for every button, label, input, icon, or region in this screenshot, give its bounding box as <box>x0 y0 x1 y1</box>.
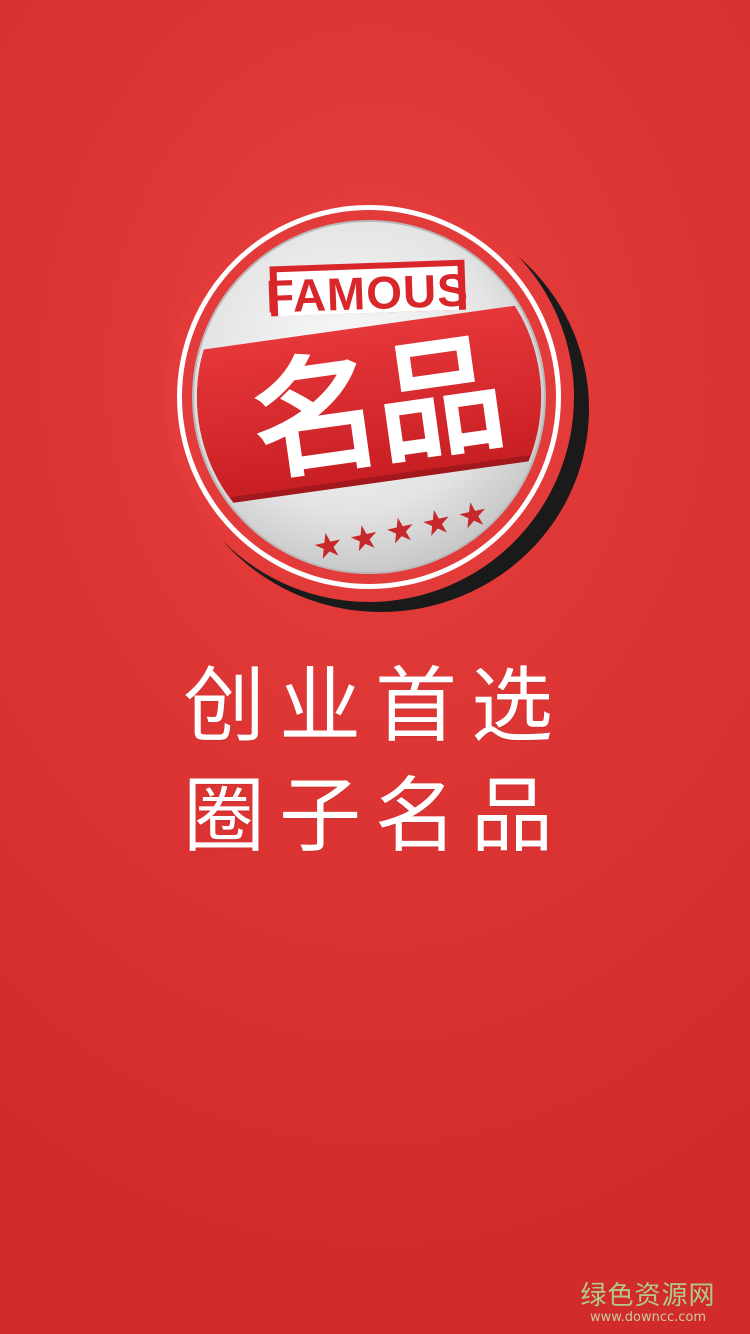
watermark-url: www.downcc.com <box>589 1310 707 1326</box>
watermark-name: 绿色资源网 <box>580 1280 716 1311</box>
splash-screen: FAMOUS 名品 ★ ★ ★ ★ ★ 创业首选 圈子名品 绿色资源网 www.… <box>0 0 750 1334</box>
watermark: 绿色资源网 www.downcc.com <box>568 1282 728 1326</box>
famous-badge-text: FAMOUS <box>265 264 469 323</box>
slogan-line-2: 圈子名品 <box>182 769 567 864</box>
famous-badge: FAMOUS <box>265 259 470 323</box>
slogan-line-1: 创业首选 <box>182 659 567 754</box>
app-logo: FAMOUS 名品 ★ ★ ★ ★ ★ <box>155 185 595 615</box>
